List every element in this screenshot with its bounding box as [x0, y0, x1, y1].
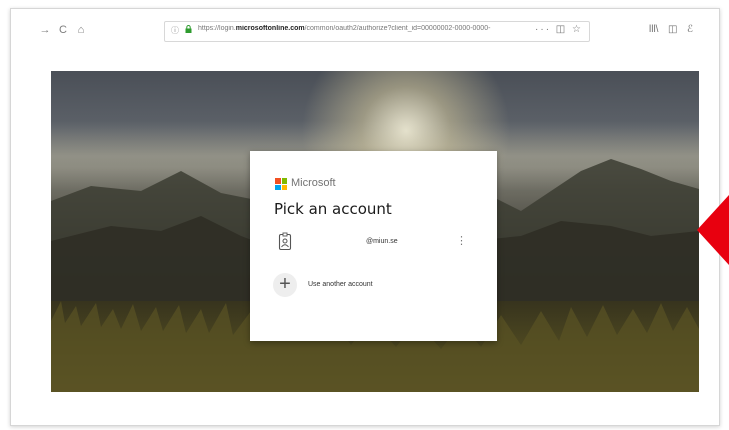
account-icon [278, 232, 292, 251]
use-another-account-label: Use another account [308, 281, 373, 288]
info-icon[interactable]: ⓘ [171, 25, 179, 36]
more-options-icon[interactable]: ⋮ [456, 234, 467, 247]
account-tile[interactable]: @miun.se ⋮ [266, 226, 481, 260]
logo-yellow-square [281, 184, 287, 190]
logo-blue-square [275, 184, 281, 190]
page-actions-icons[interactable]: ··· ◫ ☆ [535, 24, 583, 35]
plus-icon: + [273, 273, 297, 297]
url-prefix: https://login. [198, 25, 236, 32]
sidebar-icon[interactable]: ◫ [668, 24, 677, 35]
browser-toolbar: → C ⌂ ⓘ https://login.microsoftonline.co… [38, 17, 698, 45]
reload-icon[interactable]: C [56, 23, 70, 37]
microsoft-logo [275, 178, 287, 190]
lock-icon [185, 25, 192, 33]
library-icon[interactable]: lll\ [649, 24, 658, 35]
red-arrow [697, 195, 729, 265]
brand-name: Microsoft [291, 177, 336, 189]
address-bar[interactable]: ⓘ https://login.microsoftonline.com/comm… [164, 21, 590, 42]
url-path: /common/oauth2/authorize?client_id=00000… [304, 25, 491, 32]
home-icon[interactable]: ⌂ [74, 23, 88, 37]
back-icon[interactable]: → [38, 23, 52, 37]
account-email: @miun.se [366, 238, 398, 245]
extension-icon[interactable]: ℰ [687, 24, 693, 35]
url-text[interactable]: https://login.microsoftonline.com/common… [198, 25, 538, 32]
url-domain: microsoftonline.com [235, 25, 305, 32]
account-picker-card: Microsoft Pick an account @miun.se ⋮ + U… [250, 151, 497, 341]
logo-green-square [281, 178, 287, 184]
page-title: Pick an account [274, 200, 392, 218]
use-another-account-button[interactable]: + Use another account [266, 269, 481, 301]
logo-red-square [275, 178, 281, 184]
